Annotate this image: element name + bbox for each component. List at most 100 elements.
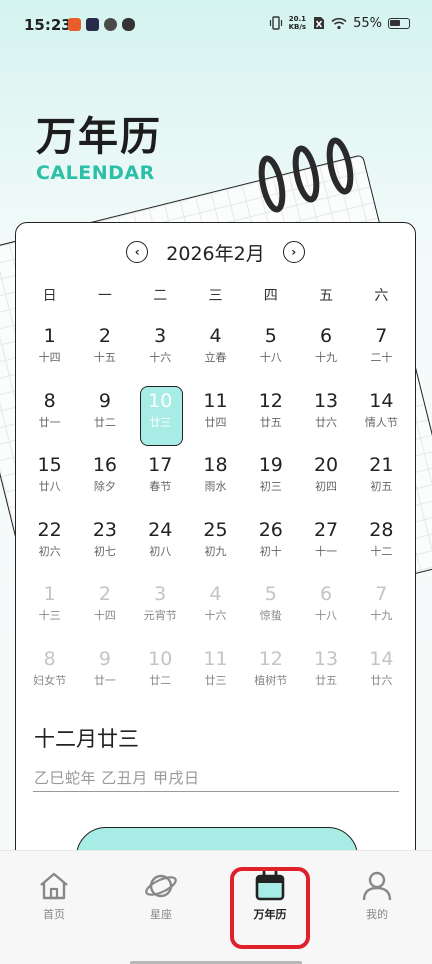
weekday-label: 四 [263, 288, 278, 304]
day-lunar-label: 廿八 [38, 480, 61, 493]
calendar-day[interactable]: 23 初七 [77, 515, 132, 580]
day-lunar-label: 廿六 [370, 673, 393, 687]
calendar-day[interactable]: 24 初八 [133, 515, 188, 580]
calendar-day[interactable]: 7 二十 [354, 321, 409, 386]
day-number: 11 [203, 647, 228, 670]
day-number: 13 [313, 647, 339, 670]
calendar-day[interactable]: 11 廿三 [188, 644, 243, 709]
day-lunar-label: 二十 [370, 351, 393, 364]
calendar-day[interactable]: 26 初十 [243, 515, 298, 580]
notification-app-icon [86, 18, 99, 31]
calendar-day[interactable]: 15 廿八 [22, 450, 77, 515]
battery-percent: 55% [353, 15, 382, 31]
weekday-label: 日 [42, 288, 57, 304]
calendar-day[interactable]: 3 元宵节 [133, 579, 188, 644]
bottom-navigation: 首页 星座 万年历 我的 [0, 850, 432, 964]
calendar-day[interactable]: 3 十六 [133, 321, 188, 386]
day-lunar-label: 十六 [149, 351, 172, 364]
nav-item-home[interactable]: 首页 [24, 869, 84, 922]
chevron-right-icon[interactable]: › [282, 241, 305, 263]
calendar-day[interactable]: 12 植树节 [243, 644, 298, 709]
calendar-day[interactable]: 25 初九 [188, 515, 243, 580]
calendar-day[interactable]: 1 十三 [22, 579, 77, 644]
calendar-day[interactable]: 27 十一 [298, 515, 353, 580]
calendar-day[interactable]: 21 初五 [354, 450, 409, 515]
month-label: 2026年2月 [166, 242, 265, 265]
day-number: 9 [98, 647, 111, 670]
day-number: 8 [43, 389, 56, 412]
calendar-day[interactable]: 18 雨水 [188, 450, 243, 515]
day-lunar-label: 廿三 [149, 415, 172, 429]
day-lunar-label: 初五 [370, 480, 393, 493]
day-number: 3 [154, 325, 167, 347]
weekday-label: 三 [208, 288, 223, 304]
calendar-card: ‹ 2026年2月 › 日 一 二 三 四 五 六 1 十四 2 十五 3 十六 4 立春 5 十八 6 十九 7 二… [15, 222, 416, 887]
nav-item-profile[interactable]: 我的 [347, 869, 407, 922]
planet-icon [145, 874, 177, 898]
calendar-day[interactable]: 13 廿六 [298, 386, 353, 451]
calendar-day[interactable]: 17 春节 [133, 450, 188, 515]
calendar-day[interactable]: 10 廿二 [133, 644, 188, 709]
day-number: 10 [148, 647, 173, 670]
chevron-left-icon[interactable]: ‹ [126, 241, 149, 263]
calendar-day[interactable]: 1 十四 [22, 321, 77, 386]
day-number: 9 [98, 389, 111, 412]
calendar-day[interactable]: 9 廿二 [77, 386, 132, 451]
calendar-day[interactable]: 14 情人节 [354, 386, 409, 451]
day-number: 7 [375, 583, 388, 605]
calendar-day[interactable]: 4 立春 [188, 321, 243, 386]
weekday-label: 二 [153, 288, 168, 304]
person-icon [362, 871, 392, 901]
day-number: 13 [313, 389, 339, 412]
calendar-day[interactable]: 4 十六 [188, 579, 243, 644]
day-lunar-label: 惊蛰 [259, 609, 282, 622]
calendar-day[interactable]: 5 惊蛰 [243, 579, 298, 644]
calendar-day[interactable]: 22 初六 [22, 515, 77, 580]
calendar-day[interactable]: 13 廿五 [298, 644, 353, 709]
calendar-day[interactable]: 19 初三 [243, 450, 298, 515]
calendar-day-selected[interactable]: 10 廿三 [133, 385, 188, 451]
selected-lunar-date: 十二月廿三 [34, 727, 139, 751]
calendar-day[interactable]: 8 妇女节 [22, 644, 77, 709]
day-lunar-label: 十五 [93, 351, 116, 364]
day-number: 4 [209, 325, 222, 347]
day-lunar-label: 初八 [149, 544, 172, 558]
calendar-day[interactable]: 16 除夕 [77, 450, 132, 515]
day-number: 1 [43, 583, 56, 605]
calendar-day[interactable]: 12 廿五 [243, 386, 298, 451]
wifi-icon [331, 17, 347, 29]
calendar-day[interactable]: 2 十五 [77, 321, 132, 386]
day-number: 17 [148, 454, 173, 476]
calendar-day[interactable]: 6 十八 [298, 579, 353, 644]
calendar-day[interactable]: 20 初四 [298, 450, 353, 515]
day-number: 6 [320, 325, 333, 347]
day-lunar-label: 廿一 [93, 673, 116, 687]
calendar-grid: 1 十四 2 十五 3 十六 4 立春 5 十八 6 十九 7 二十 8 廿一 9 廿二 10 廿三 11 廿四 12 廿五 1… [22, 321, 409, 708]
day-lunar-label: 十八 [259, 351, 282, 364]
calendar-day[interactable]: 7 十九 [354, 579, 409, 644]
calendar-day[interactable]: 11 廿四 [188, 386, 243, 451]
nav-item-horoscope[interactable]: 星座 [131, 869, 191, 922]
day-number: 4 [209, 583, 222, 605]
day-lunar-label: 廿二 [149, 673, 172, 687]
calendar-day[interactable]: 28 十二 [354, 515, 409, 580]
net-speed: 20.1 KB/s [289, 15, 306, 31]
day-lunar-label: 十六 [204, 609, 227, 622]
day-lunar-label: 初三 [259, 480, 282, 493]
day-lunar-label: 雨水 [204, 480, 227, 493]
day-number: 24 [148, 518, 173, 541]
calendar-day[interactable]: 5 十八 [243, 321, 298, 386]
day-number: 19 [258, 454, 283, 476]
calendar-day[interactable]: 9 廿一 [77, 644, 132, 709]
day-lunar-label: 廿二 [93, 415, 116, 429]
day-lunar-label: 廿六 [315, 415, 338, 429]
calendar-day[interactable]: 14 廿六 [354, 644, 409, 709]
calendar-day[interactable]: 6 十九 [298, 321, 353, 386]
calendar-day[interactable]: 2 十四 [77, 579, 132, 644]
weekday-label: 五 [319, 288, 334, 304]
ganzhi-date: 乙巳蛇年 乙丑月 甲戌日 [34, 769, 200, 787]
day-number: 3 [154, 583, 167, 605]
highlight-annotation [230, 867, 310, 949]
calendar-day[interactable]: 8 廿一 [22, 386, 77, 451]
day-lunar-label: 妇女节 [33, 673, 67, 687]
